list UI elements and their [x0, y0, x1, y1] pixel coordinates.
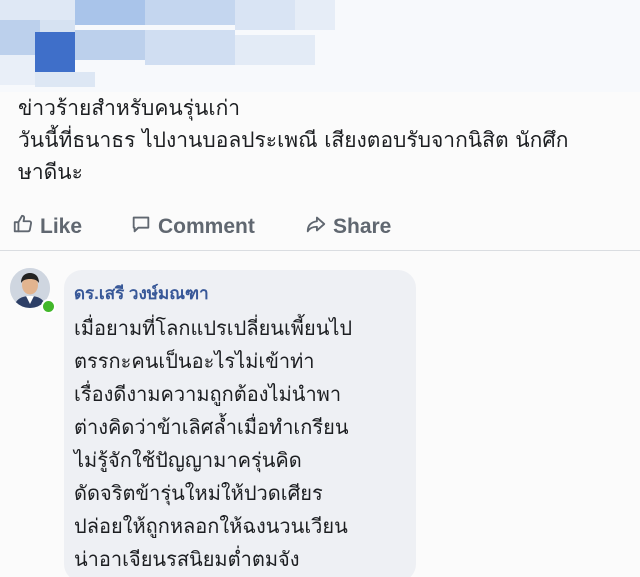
comment-line: ดัดจริตข้ารุ่นใหม่ให้ปวดเศียร [74, 481, 323, 505]
comment-line: เมื่อยามที่โลกแปรเปลี่ยนเพี้ยนไป [74, 316, 353, 340]
comment-line: ต่างคิดว่าข้าเลิศล้ำเมื่อทำเกรียน [74, 415, 349, 439]
comment-bubble: ดร.เสรี วงษ์มณฑา เมื่อยามที่โลกแปรเปลี่ย… [64, 270, 416, 577]
divider [0, 250, 640, 251]
comment-label: Comment [158, 215, 255, 238]
post-line: ข่าวร้ายสำหรับคนรุ่นเก่า [18, 96, 241, 120]
comment-button[interactable]: Comment [130, 213, 255, 241]
post-message: ข่าวร้ายสำหรับคนรุ่นเก่า วันนี้ที่ธนาธร … [18, 92, 628, 188]
post-line: ษาดีนะ [18, 160, 83, 184]
comment-text: เมื่อยามที่โลกแปรเปลี่ยนเพี้ยนไป ตรรกะคน… [74, 312, 352, 576]
comment-icon [130, 213, 158, 241]
like-button[interactable]: Like [12, 213, 82, 241]
online-status-indicator [41, 299, 56, 314]
share-button[interactable]: Share [305, 213, 391, 241]
blurred-post-header [0, 0, 640, 92]
comment-line: ไม่รู้จักใช้ปัญญามาครุ่นคิด [74, 448, 302, 472]
comment-line: น่าอาเจียนรสนิยมต่ำตมจัง [74, 547, 300, 571]
post-line: วันนี้ที่ธนาธร ไปงานบอลประเพณี เสียงตอบร… [18, 128, 569, 152]
thumbs-up-icon [12, 213, 40, 241]
comment-line: ตรรกะคนเป็นอะไรไม่เข้าท่า [74, 349, 315, 373]
facebook-post: ข่าวร้ายสำหรับคนรุ่นเก่า วันนี้ที่ธนาธร … [0, 0, 640, 577]
comment-line: ปล่อยให้ถูกหลอกให้ฉงนวนเวียน [74, 514, 348, 538]
like-label: Like [40, 215, 83, 238]
comment-author[interactable]: ดร.เสรี วงษ์มณฑา [74, 280, 209, 307]
share-icon [305, 213, 333, 241]
post-actions: Like Comment Share [0, 204, 640, 246]
share-label: Share [333, 215, 392, 238]
comment-line: เรื่องดีงามความถูกต้องไม่นำพา [74, 382, 342, 406]
